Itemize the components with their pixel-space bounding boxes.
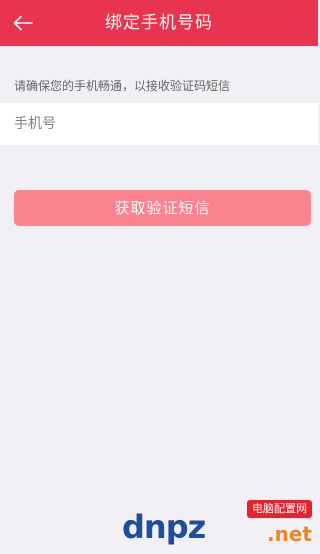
get-sms-code-button[interactable]: 获取验证短信 bbox=[14, 190, 311, 226]
watermark-badge: 电脑配置网 bbox=[247, 500, 312, 518]
watermark-logo-letters: dnpz bbox=[122, 508, 206, 546]
phone-hint-text: 请确保您的手机畅通，以接收验证码短信 bbox=[14, 79, 231, 93]
phone-input[interactable] bbox=[14, 103, 304, 145]
page-title: 绑定手机号码 bbox=[105, 13, 213, 33]
site-watermark: dnpz 电脑配置网 .net bbox=[122, 500, 312, 548]
phone-field-row bbox=[0, 103, 318, 145]
watermark-domain: .net bbox=[267, 522, 312, 546]
app-header: 绑定手机号码 bbox=[0, 0, 318, 46]
